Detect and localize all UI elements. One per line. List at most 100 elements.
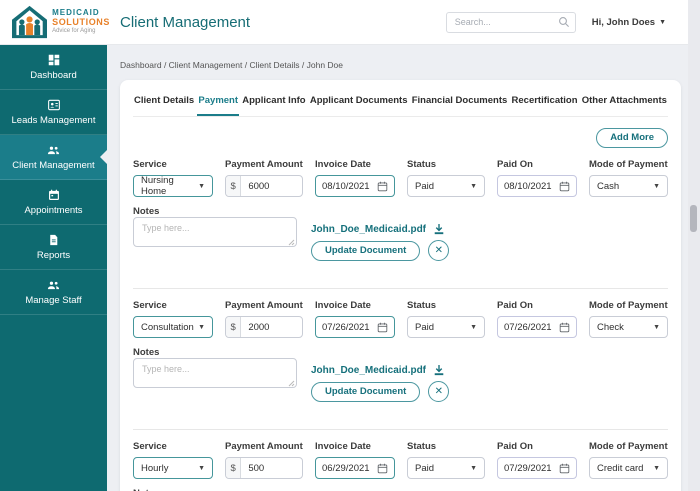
sidebar-item-manage-staff[interactable]: Manage Staff — [0, 270, 107, 315]
calendar-icon — [377, 181, 388, 192]
tab-applicant-documents[interactable]: Applicant Documents — [309, 88, 409, 116]
calendar-icon — [559, 322, 570, 333]
header-logo[interactable]: MEDICAID SOLUTIONS Advice for Aging — [0, 4, 120, 40]
calendar-icon — [377, 463, 388, 474]
payment-amount-input[interactable] — [241, 180, 302, 192]
reports-icon — [50, 234, 58, 246]
status-label: Status — [407, 300, 437, 312]
payment-amount-field: $ — [225, 175, 303, 198]
add-more-button[interactable]: Add More — [596, 128, 668, 149]
leads-icon — [47, 99, 60, 111]
notes-label: Notes — [133, 206, 160, 218]
download-icon[interactable] — [433, 223, 445, 235]
mode-of-payment-label: Mode of Payment — [589, 300, 668, 312]
service-select[interactable]: Nursing Home ▼ — [133, 175, 213, 198]
chevron-down-icon: ▼ — [198, 182, 205, 190]
invoice-date-label: Invoice Date — [315, 159, 371, 171]
sidebar-item-dashboard[interactable]: Dashboard — [0, 45, 107, 90]
user-greeting: Hi, John Does — [591, 16, 656, 28]
clients-icon — [47, 146, 60, 155]
remove-document-button[interactable]: ✕ — [428, 240, 450, 262]
logo-tagline: Advice for Aging — [52, 28, 96, 35]
payment-section: Service Consultation ▼ Payment Amount $ … — [133, 288, 668, 429]
sidebar: Dashboard Leads Management Client Manage… — [0, 45, 107, 491]
notes-textarea[interactable] — [133, 217, 297, 248]
sidebar-item-client-management[interactable]: Client Management — [0, 135, 107, 180]
payment-amount-input[interactable] — [241, 321, 302, 333]
notes-label: Notes — [133, 347, 160, 359]
chevron-down-icon: ▼ — [198, 464, 205, 472]
status-select[interactable]: Paid ▼ — [407, 457, 485, 480]
tab-bar: Client Details Payment Applicant Info Ap… — [133, 88, 668, 117]
invoice-date-label: Invoice Date — [315, 441, 371, 453]
remove-document-button[interactable]: ✕ — [428, 381, 450, 403]
mode-of-payment-select[interactable]: Cash ▼ — [589, 175, 668, 198]
staff-icon — [47, 281, 60, 290]
status-label: Status — [407, 441, 437, 453]
scrollbar-track[interactable] — [688, 0, 700, 491]
download-icon[interactable] — [433, 364, 445, 376]
chevron-down-icon: ▼ — [653, 464, 660, 472]
chevron-down-icon: ▼ — [198, 323, 205, 331]
sidebar-item-appointments[interactable]: Appointments — [0, 180, 107, 225]
chevron-down-icon: ▼ — [470, 464, 477, 472]
invoice-date-field[interactable]: 08/10/2021 — [315, 175, 395, 198]
mode-of-payment-label: Mode of Payment — [589, 441, 668, 453]
payment-amount-label: Payment Amount — [225, 159, 303, 171]
update-document-button[interactable]: Update Document — [311, 240, 421, 262]
document-link[interactable]: John_Doe_Medicaid.pdf — [311, 224, 426, 235]
dashboard-icon — [48, 54, 59, 66]
mode-of-payment-label: Mode of Payment — [589, 159, 668, 171]
payment-amount-input[interactable] — [241, 462, 302, 474]
invoice-date-field[interactable]: 06/29/2021 — [315, 457, 395, 480]
content-card: Client Details Payment Applicant Info Ap… — [120, 80, 681, 491]
paid-on-label: Paid On — [497, 441, 533, 453]
status-select[interactable]: Paid ▼ — [407, 316, 485, 339]
page-title: Client Management — [120, 13, 251, 31]
tab-recertification[interactable]: Recertification — [511, 88, 579, 116]
tab-payment[interactable]: Payment — [197, 88, 240, 116]
paid-on-field[interactable]: 07/29/2021 — [497, 457, 577, 480]
close-icon: ✕ — [434, 244, 443, 256]
mode-of-payment-select[interactable]: Credit card ▼ — [589, 457, 668, 480]
appointments-calendar-icon — [48, 189, 59, 200]
scrollbar-thumb[interactable] — [690, 205, 697, 232]
service-select[interactable]: Hourly ▼ — [133, 457, 213, 480]
tab-client-details[interactable]: Client Details — [133, 88, 195, 116]
sidebar-item-leads-management[interactable]: Leads Management — [0, 90, 107, 135]
service-select[interactable]: Consultation ▼ — [133, 316, 213, 339]
tab-financial-documents[interactable]: Financial Documents — [411, 88, 509, 116]
tab-other-attachments[interactable]: Other Attachments — [581, 88, 668, 116]
chevron-down-icon: ▼ — [470, 182, 477, 190]
tab-applicant-info[interactable]: Applicant Info — [241, 88, 306, 116]
payment-amount-label: Payment Amount — [225, 300, 303, 312]
calendar-icon — [559, 181, 570, 192]
sidebar-item-reports[interactable]: Reports — [0, 225, 107, 270]
currency-prefix: $ — [226, 458, 242, 479]
close-icon: ✕ — [434, 385, 443, 397]
payment-section: Service Hourly ▼ Payment Amount $ Invoic… — [133, 429, 668, 491]
mode-of-payment-select[interactable]: Check ▼ — [589, 316, 668, 339]
chevron-down-icon: ▼ — [659, 18, 666, 26]
payment-amount-field: $ — [225, 316, 303, 339]
paid-on-field[interactable]: 07/26/2021 — [497, 316, 577, 339]
update-document-button[interactable]: Update Document — [311, 381, 421, 403]
status-select[interactable]: Paid ▼ — [407, 175, 485, 198]
payment-amount-field: $ — [225, 457, 303, 480]
search-input[interactable] — [445, 11, 576, 33]
active-item-notch — [100, 150, 107, 164]
notes-textarea[interactable] — [133, 358, 297, 389]
user-menu[interactable]: Hi, John Does ▼ — [592, 17, 666, 28]
service-label: Service — [133, 159, 167, 171]
service-label: Service — [133, 441, 167, 453]
paid-on-label: Paid On — [497, 159, 533, 171]
paid-on-field[interactable]: 08/10/2021 — [497, 175, 577, 198]
breadcrumb[interactable]: Dashboard / Client Management / Client D… — [120, 60, 681, 70]
search-icon[interactable] — [558, 16, 570, 28]
payment-section: Service Nursing Home ▼ Payment Amount $ … — [133, 159, 668, 288]
currency-prefix: $ — [226, 317, 242, 338]
invoice-date-field[interactable]: 07/26/2021 — [315, 316, 395, 339]
status-label: Status — [407, 159, 437, 171]
document-link[interactable]: John_Doe_Medicaid.pdf — [311, 365, 426, 376]
paid-on-label: Paid On — [497, 300, 533, 312]
